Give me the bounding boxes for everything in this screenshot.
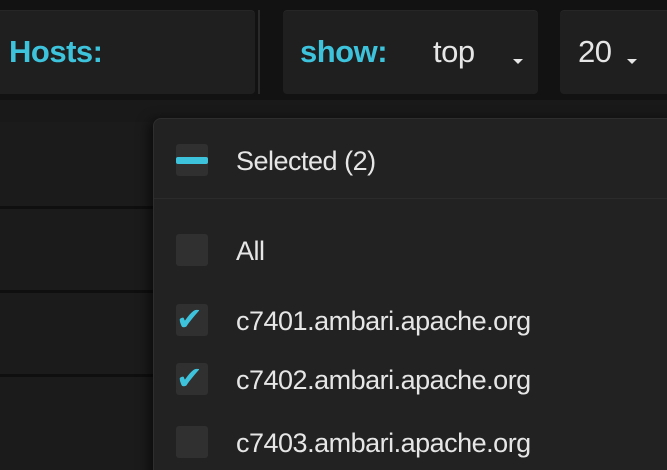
list-item-label: c7401.ambari.apache.org <box>236 306 531 336</box>
chevron-down-icon[interactable] <box>513 59 523 64</box>
minus-icon <box>176 157 208 164</box>
show-dropdown-value[interactable]: top <box>433 34 475 70</box>
menu-divider <box>154 198 667 199</box>
list-item-host[interactable]: ✔ c7401.ambari.apache.org <box>154 293 667 347</box>
list-item-label: c7402.ambari.apache.org <box>236 365 531 395</box>
host-checkbox[interactable] <box>176 426 208 458</box>
list-row-divider <box>0 206 160 209</box>
list-item-all[interactable]: All <box>154 223 667 277</box>
toolbar: Hosts: show: top 20 <box>0 0 667 100</box>
count-dropdown-value[interactable]: 20 <box>578 34 612 70</box>
list-row-divider <box>0 374 160 377</box>
background-list <box>0 122 160 470</box>
checkmark-icon: ✔ <box>176 301 203 337</box>
checkmark-icon: ✔ <box>176 360 203 396</box>
list-item-host[interactable]: ✔ c7402.ambari.apache.org <box>154 352 667 406</box>
hosts-dropdown-menu: Selected (2) All ✔ c7401.ambari.apache.o… <box>153 118 667 470</box>
all-checkbox[interactable] <box>176 234 208 266</box>
list-item-host[interactable]: c7403.ambari.apache.org <box>154 415 667 469</box>
selected-summary-item[interactable]: Selected (2) <box>154 133 667 187</box>
count-filter-cell[interactable] <box>560 10 667 94</box>
hosts-label: Hosts: <box>9 34 103 69</box>
toolbar-divider <box>258 10 260 94</box>
list-item-label: All <box>236 236 265 266</box>
list-item-label: c7403.ambari.apache.org <box>236 428 531 458</box>
hosts-filter-view: Hosts: show: top 20 Selected (2) All ✔ c… <box>0 0 667 470</box>
list-row-divider <box>0 290 160 293</box>
show-label: show: <box>300 34 388 69</box>
selected-count-label: Selected (2) <box>236 146 376 176</box>
chevron-down-icon[interactable] <box>627 59 637 64</box>
